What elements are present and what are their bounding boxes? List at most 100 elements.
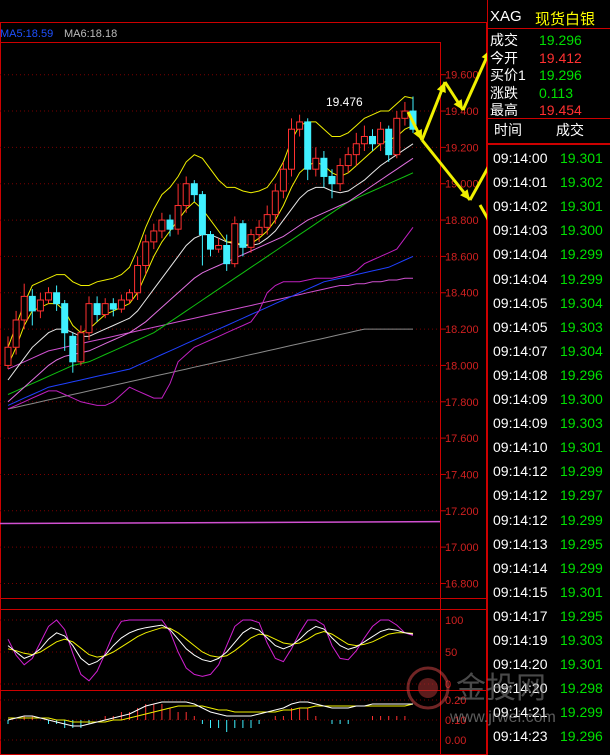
tick-row[interactable]: 09:14:14 19.299	[493, 558, 608, 578]
candle-body	[223, 245, 231, 265]
candle	[377, 121, 385, 152]
candle	[344, 147, 352, 173]
y-tick-label: 17.000	[445, 542, 479, 554]
candle	[369, 129, 376, 152]
series-long-ma	[0, 520, 441, 525]
candle-body	[401, 110, 409, 119]
candle	[61, 300, 69, 351]
tick-row[interactable]: 09:14:12 19.297	[493, 485, 608, 505]
tick-row[interactable]: 09:14:12 19.299	[493, 461, 608, 481]
y-tick-label: 17.600	[445, 433, 479, 445]
candle-body	[352, 143, 360, 156]
candle	[190, 180, 198, 202]
candle-body	[369, 135, 376, 145]
candle-body	[12, 319, 20, 348]
candle-body	[53, 292, 61, 305]
candle-body	[36, 299, 44, 312]
candle-body	[207, 234, 214, 250]
candle-body	[288, 128, 295, 170]
tick-row[interactable]: 09:14:19 19.303	[493, 630, 608, 650]
tick-time: 09:14:01	[493, 174, 548, 191]
tick-row[interactable]: 09:14:15 19.301	[493, 582, 608, 602]
tick-time: 09:14:07	[493, 342, 548, 359]
candle	[288, 118, 295, 177]
candle	[312, 147, 320, 177]
tick-price: 19.299	[560, 463, 603, 480]
candle-body	[4, 346, 12, 366]
quote-value: 19.412	[539, 49, 582, 66]
tick-time: 09:14:14	[493, 559, 548, 576]
tick-price: 19.303	[560, 318, 603, 335]
peak-label: 19.476	[326, 95, 363, 109]
candle	[304, 118, 312, 181]
tick-row[interactable]: 09:14:17 19.295	[493, 606, 608, 626]
series-ma2-white	[7, 143, 414, 381]
candle-body	[247, 234, 255, 248]
kline-chart[interactable]: MA5:18.59 MA6:18.1819.60019.40019.20019.0…	[0, 0, 487, 755]
quote-label: 最高	[490, 102, 518, 118]
tick-price: 19.303	[560, 415, 603, 432]
tick-price: 19.299	[560, 511, 603, 528]
y-tick-label: 16.800	[445, 578, 479, 590]
tick-row[interactable]: 09:14:04 19.299	[493, 244, 608, 264]
tick-row[interactable]: 09:14:09 19.303	[493, 413, 608, 433]
series-ma-gray	[7, 328, 413, 410]
candle-body	[77, 332, 85, 363]
candle	[223, 234, 231, 271]
candle-body	[320, 157, 328, 177]
tick-time: 09:14:04	[493, 246, 548, 263]
tick-time: 09:14:00	[493, 150, 548, 166]
kdj-tick-label: 50	[445, 647, 457, 659]
tick-price: 19.301	[560, 150, 603, 166]
tick-row[interactable]: 09:14:05 19.303	[493, 317, 608, 337]
symbol-code: XAG	[490, 8, 522, 25]
tick-price: 19.301	[560, 439, 603, 456]
quote-value: 19.296	[539, 32, 582, 48]
candle-body	[150, 230, 158, 243]
tick-row[interactable]: 09:14:08 19.296	[493, 365, 608, 385]
candle-body	[69, 335, 77, 363]
tick-row[interactable]: 09:14:10 19.301	[493, 437, 608, 457]
candle-body	[393, 117, 401, 156]
tick-price: 19.296	[560, 366, 603, 383]
candle-body	[109, 303, 117, 310]
tick-row[interactable]: 09:14:07 19.304	[493, 341, 608, 361]
tick-price: 19.304	[560, 342, 603, 359]
candle	[385, 125, 393, 162]
tick-price: 19.301	[560, 583, 603, 600]
annotation-arrow-line	[478, 204, 487, 221]
candle-body	[85, 303, 93, 334]
tick-row[interactable]: 09:14:09 19.300	[493, 389, 608, 409]
y-tick-label: 18.600	[445, 251, 479, 263]
candle	[271, 183, 279, 224]
candle	[215, 238, 223, 253]
kdj-tick-label: 100	[445, 615, 463, 627]
candle-body	[385, 128, 393, 156]
symbol-name: 现货白银	[535, 11, 596, 28]
candle-body	[231, 223, 239, 265]
tick-row[interactable]: 09:14:05 19.304	[493, 293, 608, 313]
tick-time: 09:14:08	[493, 366, 548, 383]
y-tick-label: 19.600	[445, 70, 479, 82]
candle	[336, 158, 344, 191]
watermark-logo-core	[418, 678, 438, 698]
tick-row[interactable]: 09:14:03 19.300	[493, 220, 608, 240]
candle-body	[158, 219, 166, 232]
candle-body	[304, 121, 312, 170]
candle-body	[344, 154, 352, 167]
candle-body	[28, 295, 36, 312]
candle	[401, 101, 409, 126]
tick-row[interactable]: 09:14:02 19.301	[493, 196, 608, 216]
tick-time: 09:14:12	[493, 487, 548, 504]
candle	[93, 296, 101, 322]
tick-row[interactable]: 09:14:01 19.302	[493, 172, 608, 192]
quote-value: 19.296	[539, 67, 582, 83]
quote-value: 0.113	[539, 84, 573, 101]
tick-row[interactable]: 09:14:12 19.299	[493, 510, 608, 530]
tick-row[interactable]: 09:14:04 19.299	[493, 269, 608, 289]
tick-time: 09:14:17	[493, 607, 548, 624]
tick-row[interactable]: 09:14:13 19.295	[493, 534, 608, 554]
y-tick-label: 17.800	[445, 397, 479, 409]
tick-row[interactable]: 09:14:00 19.301	[493, 148, 608, 168]
candle-body	[117, 299, 125, 310]
